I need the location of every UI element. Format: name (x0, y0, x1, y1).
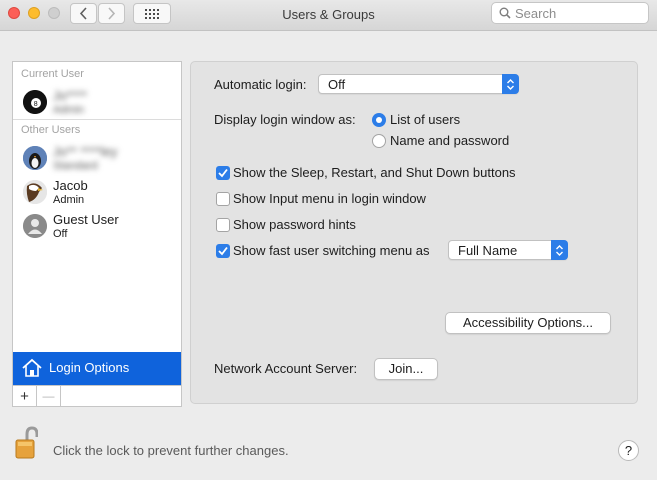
checkmark-icon (218, 246, 228, 256)
checkbox-password-hints[interactable] (216, 218, 230, 232)
checkmark-icon (218, 168, 228, 178)
radio-list-of-users-label[interactable]: List of users (390, 112, 460, 127)
checkbox-input-menu[interactable] (216, 192, 230, 206)
user-role: Admin (53, 194, 85, 206)
lock-status-text: Click the lock to prevent further change… (53, 443, 289, 458)
checkbox-sleep-restart-shutdown[interactable] (216, 166, 230, 180)
accessibility-options-button[interactable]: Accessibility Options... (445, 312, 611, 334)
other-users-header: Other Users (21, 124, 81, 136)
automatic-login-label: Automatic login: (214, 77, 307, 92)
user-role: Off (53, 228, 68, 240)
radio-name-and-password[interactable] (372, 134, 386, 148)
automatic-login-value: Off (328, 77, 346, 92)
user-row[interactable]: Jacob Admin (13, 176, 181, 210)
checkbox-sleep-restart-shutdown-label[interactable]: Show the Sleep, Restart, and Shut Down b… (233, 165, 516, 180)
unlocked-padlock-icon (15, 426, 39, 459)
search-placeholder: Search (515, 6, 557, 21)
user-name: Guest User (53, 212, 119, 227)
search-field[interactable]: Search (491, 2, 649, 24)
user-role: Standard (53, 160, 98, 172)
popup-arrows-icon (551, 240, 568, 260)
radio-name-and-password-label[interactable]: Name and password (390, 133, 509, 148)
radio-list-of-users[interactable] (372, 113, 386, 127)
remove-user-button[interactable]: — (37, 386, 61, 406)
users-list-panel: Current User 8 Jo**** Admin Other Users … (12, 61, 182, 407)
login-options-label: Login Options (49, 360, 130, 375)
search-icon (499, 7, 511, 19)
title-bar: Users & Groups Search (0, 0, 657, 31)
user-row[interactable]: Jo** ****ley Standard (13, 142, 181, 176)
add-user-button[interactable]: + (13, 386, 37, 406)
eight-ball-avatar-icon: 8 (23, 90, 47, 114)
checkbox-fast-user-switching-label[interactable]: Show fast user switching menu as (233, 243, 430, 258)
fast-switching-value: Full Name (458, 243, 518, 258)
user-row-current[interactable]: 8 Jo**** Admin (13, 86, 181, 120)
house-icon (22, 358, 42, 377)
login-options-panel: Automatic login: Off Display login windo… (190, 61, 638, 404)
svg-text:8: 8 (34, 101, 38, 108)
user-name: Jo** ****ley (53, 144, 118, 159)
login-options-item[interactable]: Login Options (13, 352, 181, 385)
user-name: Jacob (53, 178, 88, 193)
join-button[interactable]: Join... (374, 358, 438, 380)
fast-switching-popup[interactable]: Full Name (448, 240, 568, 260)
eagle-avatar-icon (23, 180, 47, 204)
help-button[interactable]: ? (618, 440, 639, 461)
display-login-label: Display login window as: (214, 112, 356, 127)
checkbox-password-hints-label[interactable]: Show password hints (233, 217, 356, 232)
popup-arrows-icon (502, 74, 519, 94)
penguin-avatar-icon (23, 146, 47, 170)
automatic-login-popup[interactable]: Off (318, 74, 519, 94)
user-row[interactable]: Guest User Off (13, 210, 181, 244)
guest-avatar-icon (23, 214, 47, 238)
separator (13, 119, 181, 120)
network-account-server-label: Network Account Server: (214, 361, 358, 376)
checkbox-input-menu-label[interactable]: Show Input menu in login window (233, 191, 426, 206)
current-user-header: Current User (21, 68, 84, 80)
current-user-role: Admin (53, 104, 85, 116)
checkbox-fast-user-switching[interactable] (216, 244, 230, 258)
current-user-name: Jo**** (53, 88, 87, 103)
lock-button[interactable] (14, 426, 39, 463)
